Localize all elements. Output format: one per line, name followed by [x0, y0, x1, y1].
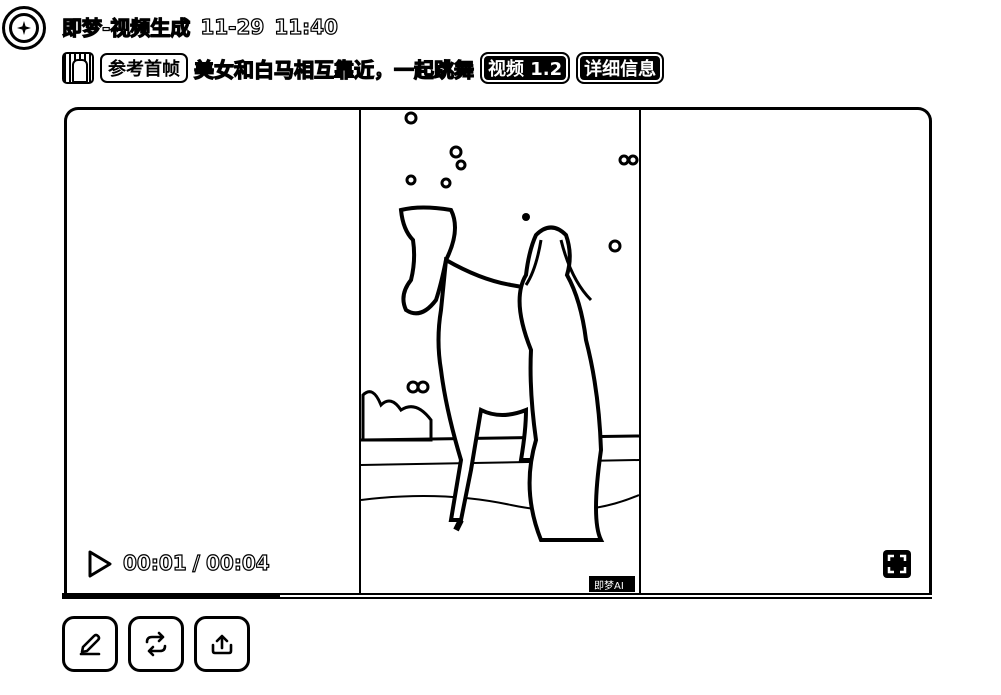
upload-icon [211, 634, 233, 655]
regenerate-icon [145, 631, 167, 657]
prompt-line: 参考首帧 美女和白马相互靠近，一起跳舞 视频 1.2 详细信息 [62, 52, 665, 84]
duration: 00:04 [205, 550, 270, 575]
message-time: 11:40 [274, 14, 339, 39]
app-name: 即梦-视频生成 [61, 15, 191, 40]
video-still-image: 即梦AI [361, 110, 639, 595]
app-logo-icon [2, 6, 46, 50]
progress-bar[interactable] [62, 593, 932, 599]
fullscreen-icon[interactable] [883, 550, 911, 578]
video-watermark: 即梦AI [594, 580, 624, 592]
time-separator: / [192, 550, 201, 575]
fullscreen-button[interactable] [883, 550, 911, 578]
upload-button[interactable] [194, 616, 250, 672]
edit-pencil-icon [79, 633, 101, 656]
video-frame[interactable]: 即梦AI [359, 110, 641, 595]
message-date: 11-29 [200, 14, 265, 39]
message-header: 即梦-视频生成 11-29 11:40 [61, 12, 339, 41]
time-readout: 00:01 / 00:04 [122, 550, 270, 575]
video-player[interactable]: 即梦AI 00:01 / 00:04 [64, 107, 932, 595]
model-version-chip[interactable]: 视频 1.2 [480, 52, 571, 84]
current-time: 00:01 [122, 550, 187, 575]
prompt-text: 美女和白马相互靠近，一起跳舞 [193, 57, 474, 82]
reference-frame-chip[interactable]: 参考首帧 [100, 53, 188, 83]
star-icon [17, 21, 31, 35]
play-button[interactable] [87, 550, 113, 578]
play-icon[interactable] [87, 550, 113, 578]
progress-fill [62, 594, 280, 598]
edit-button[interactable] [62, 616, 118, 672]
action-bar [62, 616, 250, 672]
details-button[interactable]: 详细信息 [576, 52, 665, 84]
reference-thumbnail[interactable] [62, 52, 94, 84]
regenerate-button[interactable] [128, 616, 184, 672]
